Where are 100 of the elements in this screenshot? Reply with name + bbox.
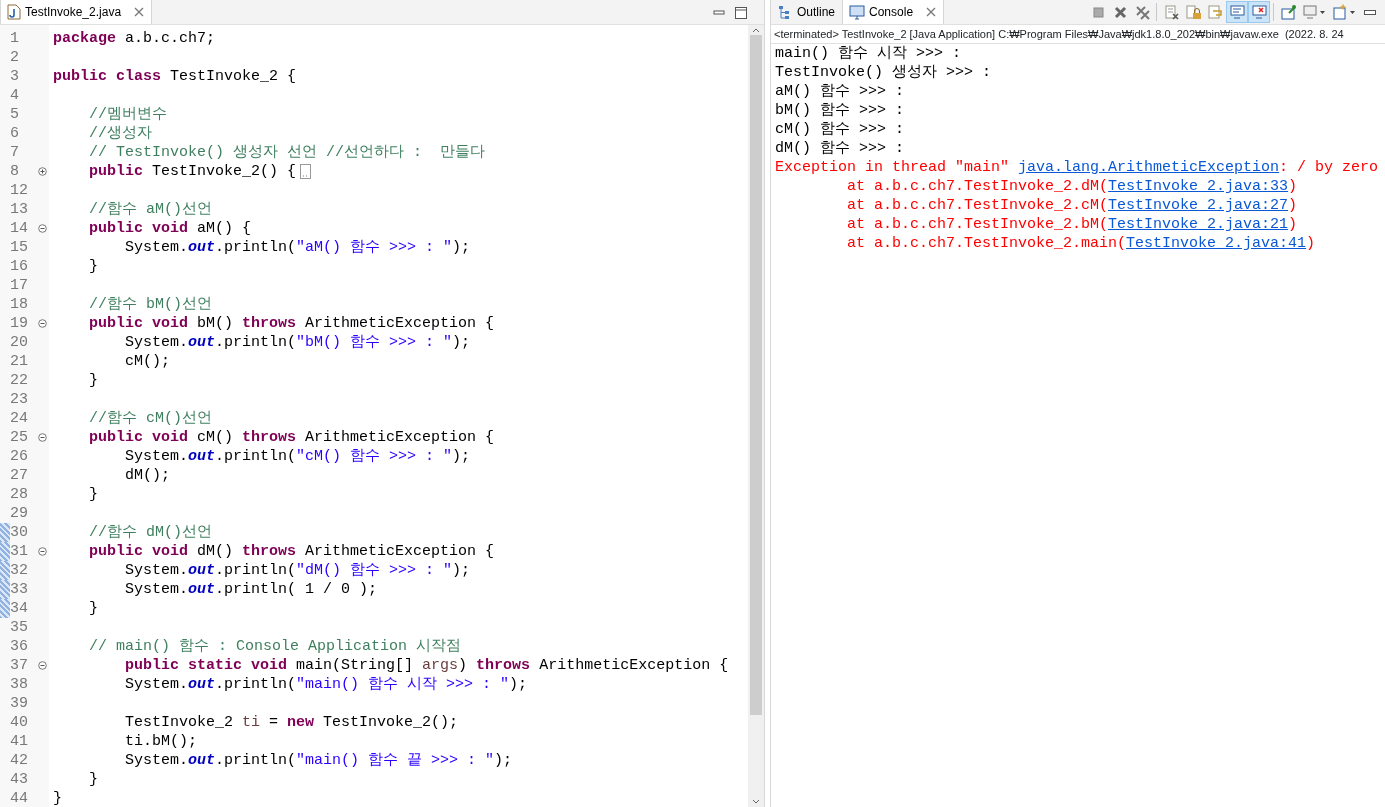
line-number: 34 [10, 599, 29, 618]
code-line: } [88, 257, 98, 276]
minus-fold-icon[interactable] [38, 547, 47, 556]
console-line: cM() 함수 >>> : [775, 120, 906, 139]
source-link[interactable]: TestInvoke_2.java:41 [1126, 235, 1307, 252]
line-number: 18 [10, 295, 29, 314]
code-line: System.out.println("main() 함수 끝 >>> : "); [124, 751, 513, 770]
line-number: 21 [10, 352, 29, 371]
line-number: 25 [10, 428, 29, 447]
maximize-icon[interactable] [734, 6, 748, 20]
code-line: System.out.println("main() 함수 시작 >>> : "); [124, 675, 528, 694]
line-number: 22 [10, 371, 29, 390]
line-number: 27 [10, 466, 29, 485]
pin-icon [1279, 3, 1297, 21]
line-number: 4 [10, 86, 20, 105]
stdout-button[interactable] [1226, 1, 1248, 23]
code-line: ti.bM(); [124, 732, 198, 751]
lock-icon [1184, 3, 1202, 21]
line-number: 2 [10, 48, 20, 67]
console-line: Exception in thread "main" java.lang.ArithmeticException: / by zero [775, 158, 1380, 177]
line-number: 39 [10, 694, 29, 713]
vertical-scrollbar[interactable] [748, 25, 764, 807]
line-number: 16 [10, 257, 29, 276]
console-line: dM() 함수 >>> : [775, 139, 906, 158]
line-number: 36 [10, 637, 29, 656]
clear-console-icon [1162, 3, 1180, 21]
code-line: } [88, 371, 98, 390]
minimize-icon [1364, 9, 1376, 15]
line-number: 8 [10, 162, 20, 181]
console-line: TestInvoke() 생성자 >>> : [775, 63, 993, 82]
scrollbar-thumb[interactable] [750, 35, 762, 715]
code-line: System.out.println( 1 / 0 ); [124, 580, 378, 599]
code-line: //함수 aM()선언 [88, 200, 213, 219]
code-line: public void aM() { [88, 219, 252, 238]
console-line: bM() 함수 >>> : [775, 101, 906, 120]
console-line: main() 함수 시작 >>> : [775, 44, 963, 63]
minus-fold-icon[interactable] [38, 661, 47, 670]
minus-fold-icon[interactable] [38, 319, 47, 328]
code-line: // main() 함수 : Console Application 시작점 [88, 637, 462, 656]
line-number: 43 [10, 770, 29, 789]
source-link[interactable]: TestInvoke_2.java:21 [1108, 216, 1289, 233]
line-number: 26 [10, 447, 29, 466]
stdout-icon [1228, 3, 1246, 21]
code-line: //함수 cM()선언 [88, 409, 213, 428]
code-line: //함수 dM()선언 [88, 523, 213, 542]
code-line: } [88, 599, 98, 618]
source-link[interactable]: TestInvoke_2.java:33 [1108, 178, 1289, 195]
folded-code-icon[interactable] [300, 164, 312, 179]
display-console-icon [1302, 3, 1326, 21]
java-file-icon [7, 4, 21, 20]
remove-all-icon [1133, 3, 1151, 21]
plus-fold-icon[interactable] [38, 167, 47, 176]
line-number: 5 [10, 105, 20, 124]
code-line: public void cM() throws ArithmeticException { [88, 428, 495, 447]
code-line: System.out.println("bM() 함수 >>> : "); [124, 333, 471, 352]
line-number: 35 [10, 618, 29, 637]
console-status-text: <terminated> TestInvoke_2 [Java Application] C:₩Program Files₩Java₩jdk1.8.0_202₩bin₩javaw.exe (2022. 8. 24 [771, 25, 1385, 44]
console-line: at a.b.c.ch7.TestInvoke_2.bM(TestInvoke_2.java:21) [846, 215, 1299, 234]
line-number: 7 [10, 143, 20, 162]
close-icon[interactable] [133, 6, 146, 18]
minus-fold-icon[interactable] [38, 433, 47, 442]
source-link[interactable]: TestInvoke_2.java:27 [1108, 197, 1289, 214]
code-line: package a.b.c.ch7; [53, 29, 216, 48]
line-number: 44 [10, 789, 29, 807]
view-tab[interactable]: Console [842, 0, 945, 24]
line-number: 30 [10, 523, 29, 542]
code-line: public void dM() throws ArithmeticException { [88, 542, 495, 561]
line-number: 28 [10, 485, 29, 504]
code-line: //멤버변수 [88, 105, 167, 124]
line-number: 1 [10, 29, 20, 48]
line-number: 24 [10, 409, 29, 428]
minus-fold-icon[interactable] [38, 224, 47, 233]
line-number: 37 [10, 656, 29, 675]
stderr-button[interactable] [1248, 1, 1270, 23]
code-line: } [53, 789, 62, 807]
code-line: //함수 bM()선언 [88, 295, 213, 314]
line-number: 19 [10, 314, 29, 333]
code-line: public void bM() throws ArithmeticException { [88, 314, 495, 333]
console-line: aM() 함수 >>> : [775, 82, 906, 101]
code-line: } [88, 485, 98, 504]
code-line: public class TestInvoke_2 { [53, 67, 297, 86]
code-line: cM(); [124, 352, 171, 371]
code-line: System.out.println("dM() 함수 >>> : "); [124, 561, 471, 580]
line-number: 32 [10, 561, 29, 580]
monitor-icon [849, 4, 866, 20]
code-line: dM(); [124, 466, 171, 485]
line-number: 15 [10, 238, 29, 257]
line-number: 14 [10, 219, 29, 238]
code-line: //생성자 [88, 124, 152, 143]
source-link[interactable]: java.lang.ArithmeticException [1018, 159, 1280, 176]
editor-tab[interactable]: TestInvoke_2.java [0, 0, 153, 24]
line-number: 20 [10, 333, 29, 352]
line-number: 40 [10, 713, 29, 732]
line-number: 6 [10, 124, 20, 143]
close-icon[interactable] [925, 6, 938, 18]
line-number: 23 [10, 390, 29, 409]
line-number: 42 [10, 751, 29, 770]
new-console-icon [1332, 3, 1356, 21]
console-line: at a.b.c.ch7.TestInvoke_2.cM(TestInvoke_2.java:27) [846, 196, 1299, 215]
line-number: 3 [10, 67, 20, 86]
